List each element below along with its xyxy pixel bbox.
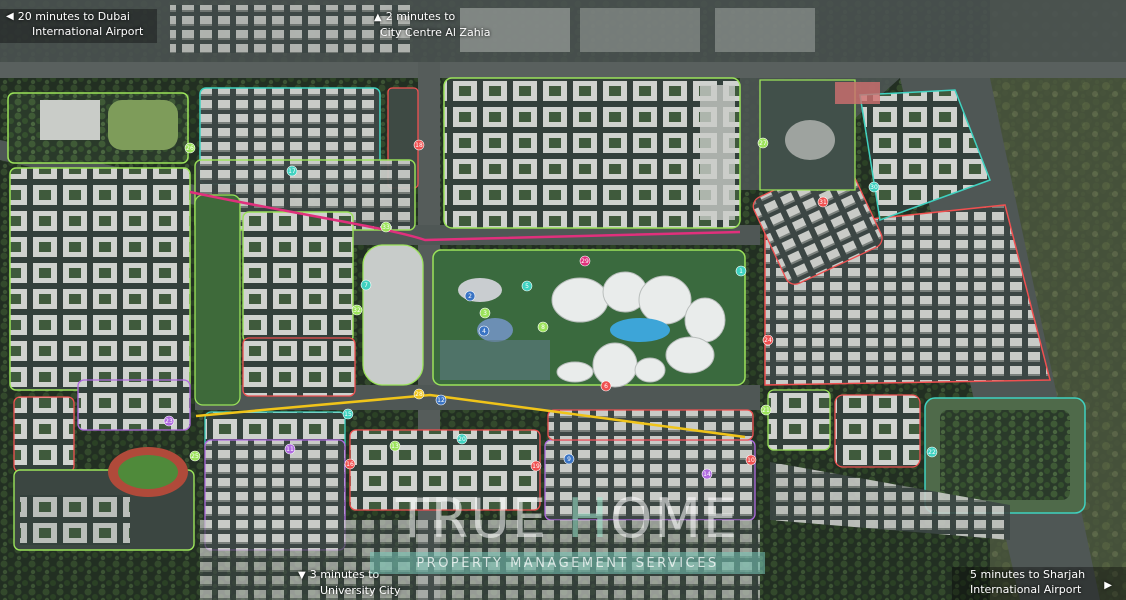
callout-university-city-line2: University City [320, 584, 401, 597]
map-marker-label-6: 6 [604, 383, 608, 390]
callout-sharjah-airport-line1: 5 minutes to Sharjah [970, 568, 1086, 581]
callout-dubai-airport-line1: 20 minutes to Dubai [17, 10, 130, 23]
callout-city-centre: ▲ 2 minutes to City Centre Al Zahia [374, 9, 490, 40]
map-marker-label-13: 13 [391, 443, 399, 450]
map-marker-label-20: 20 [458, 436, 466, 443]
callout-sharjah-airport-line2: International Airport [970, 583, 1082, 596]
watermark-subtitle-bar: PROPERTY MANAGEMENT SERVICES [370, 552, 765, 574]
map-marker-label-22: 22 [928, 449, 936, 456]
watermark-title-part1: TRUE [395, 487, 568, 550]
callout-dubai-airport-line2: International Airport [32, 25, 144, 38]
map-marker-label-12: 12 [437, 397, 445, 404]
watermark-logo: TRUE HOME PROPERTY MANAGEMENT SERVICES [370, 484, 765, 574]
arrow-down-icon: ▼ [298, 570, 306, 581]
watermark-title: TRUE HOME [370, 484, 765, 554]
watermark-subtitle: PROPERTY MANAGEMENT SERVICES [416, 555, 719, 571]
map-marker-label-1: 1 [739, 268, 743, 275]
map-marker-label-23: 23 [165, 418, 173, 425]
arrow-up-icon: ▲ [374, 12, 382, 23]
map-marker-label-4: 4 [482, 328, 486, 335]
map-marker-label-25: 25 [191, 453, 199, 460]
watermark-title-part3: OME [609, 487, 740, 550]
map-marker-label-3: 3 [483, 310, 487, 317]
callout-city-centre-line2: City Centre Al Zahia [380, 26, 491, 39]
map-marker-label-29: 29 [581, 258, 589, 265]
map-marker-label-11: 11 [286, 446, 294, 453]
callout-university-city-line1: 3 minutes to [309, 568, 380, 581]
map-marker-label-17: 17 [288, 168, 296, 175]
arrow-right-icon: ▶ [1104, 580, 1112, 591]
map-marker-label-10: 10 [747, 457, 755, 464]
map-marker-label-18: 18 [415, 142, 423, 149]
map-marker-label-24: 24 [764, 337, 772, 344]
map-marker-label-28: 28 [415, 391, 423, 398]
map-marker-label-8: 8 [541, 324, 545, 331]
map-marker-label-21: 21 [762, 407, 770, 414]
map-marker-label-32: 32 [353, 307, 361, 314]
callout-city-centre-line1: 2 minutes to [385, 10, 456, 23]
masterplan-map: 1 2 3 4 5 6 7 8 9 10 11 12 13 14 15 16 17 18 19 20 21 22 23 24 2… [0, 0, 1126, 600]
map-marker-label-7: 7 [364, 282, 368, 289]
map-marker-label-2: 2 [468, 293, 472, 300]
map-marker-label-19: 19 [532, 463, 540, 470]
map-marker-label-33: 33 [382, 224, 390, 231]
map-marker-label-26: 26 [186, 145, 194, 152]
map-marker-label-9: 9 [567, 456, 571, 463]
map-marker-label-27: 27 [759, 140, 767, 147]
watermark-title-part2: H [567, 487, 610, 550]
map-marker-label-31: 31 [819, 199, 827, 206]
map-marker-label-14: 14 [703, 471, 711, 478]
arrow-left-icon: ◀ [6, 11, 14, 22]
map-marker-label-16: 16 [346, 461, 354, 468]
map-marker-label-5: 5 [525, 283, 529, 290]
map-marker-label-30: 30 [870, 184, 878, 191]
callout-sharjah-airport: 5 minutes to Sharjah International Airpo… [952, 567, 1126, 600]
map-marker-label-15: 15 [344, 411, 352, 418]
callout-dubai-airport: ◀ 20 minutes to Dubai International Airpo… [0, 9, 158, 43]
